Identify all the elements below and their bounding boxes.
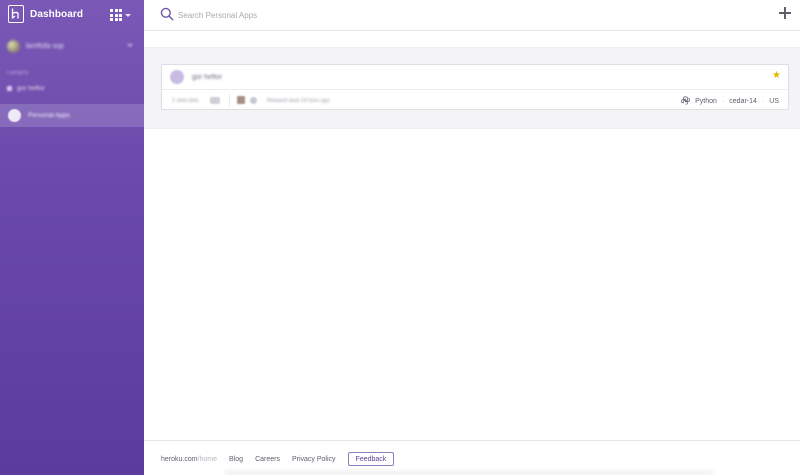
sidebar-item-personal-apps[interactable]: Personal Apps — [0, 104, 144, 127]
app-name[interactable]: gor heftor — [192, 74, 222, 81]
apps-menu-button[interactable] — [110, 9, 131, 21]
separator-dot: · — [721, 98, 725, 105]
sidebar-item-label: Personal Apps — [28, 112, 70, 119]
sidebar-item-label: gor heftor — [17, 85, 45, 92]
careers-link[interactable]: Careers — [255, 456, 280, 463]
sidebar-item-app[interactable]: gor heftor — [7, 85, 45, 92]
team-switcher[interactable]: lamftsfa sop — [7, 39, 137, 53]
stack-label: cedar-14 — [729, 98, 757, 105]
chevron-down-icon — [125, 13, 131, 17]
dyno-info: 1 vhet dels — [172, 98, 199, 104]
heroku-logo-icon — [8, 5, 24, 23]
footer-links: heroku.com/home Blog Careers Privacy Pol… — [161, 452, 395, 466]
home-link[interactable]: heroku.com/home — [161, 456, 217, 463]
separator-dot: · — [761, 98, 765, 105]
search-input[interactable] — [178, 7, 598, 23]
plus-icon[interactable] — [778, 6, 792, 20]
user-avatar — [8, 109, 21, 122]
team-avatar — [7, 39, 20, 53]
committer-avatar — [237, 96, 245, 104]
app-icon — [7, 86, 12, 91]
footer: heroku.com/home Blog Careers Privacy Pol… — [144, 440, 800, 475]
grid-icon — [110, 9, 122, 21]
brand[interactable]: Dashboard — [8, 5, 83, 23]
app-list: gor heftor ★ 1 vhet dels Relased dust 19… — [144, 47, 800, 129]
chevron-down-icon — [127, 44, 133, 47]
app-card-header: gor heftor ★ — [162, 65, 788, 90]
bottom-shadow — [224, 470, 714, 475]
deploy-icon — [250, 97, 257, 104]
dashboard-title: Dashboard — [30, 8, 84, 20]
release-info: Relased dust 19 hors ago — [267, 98, 330, 104]
feedback-button[interactable]: Feedback — [347, 452, 395, 466]
search-icon — [160, 7, 174, 26]
home-link-domain: heroku.com — [161, 455, 198, 463]
region-label: US — [769, 98, 779, 105]
team-name: lamftsfa sop — [26, 42, 64, 50]
stack-info: Python · cedar-14 · US — [681, 96, 779, 107]
blog-link[interactable]: Blog — [229, 456, 243, 463]
app-avatar — [170, 70, 184, 84]
divider — [229, 94, 230, 107]
python-icon — [681, 96, 691, 107]
star-icon[interactable]: ★ — [772, 71, 781, 81]
dyno-badge — [210, 97, 220, 104]
privacy-policy-link[interactable]: Privacy Policy — [292, 456, 336, 463]
home-link-path: /home — [197, 455, 218, 463]
app-card-meta: 1 vhet dels Relased dust 19 hors ago Pyt… — [162, 91, 788, 110]
app-card[interactable]: gor heftor ★ 1 vhet dels Relased dust 19… — [161, 64, 789, 110]
sidebar-section-label: Lamgtls — [7, 70, 29, 76]
sidebar: Dashboard lamftsfa sop Lamgtls gor hefto… — [0, 0, 144, 475]
language-label: Python — [695, 98, 717, 105]
top-bar — [144, 0, 800, 31]
